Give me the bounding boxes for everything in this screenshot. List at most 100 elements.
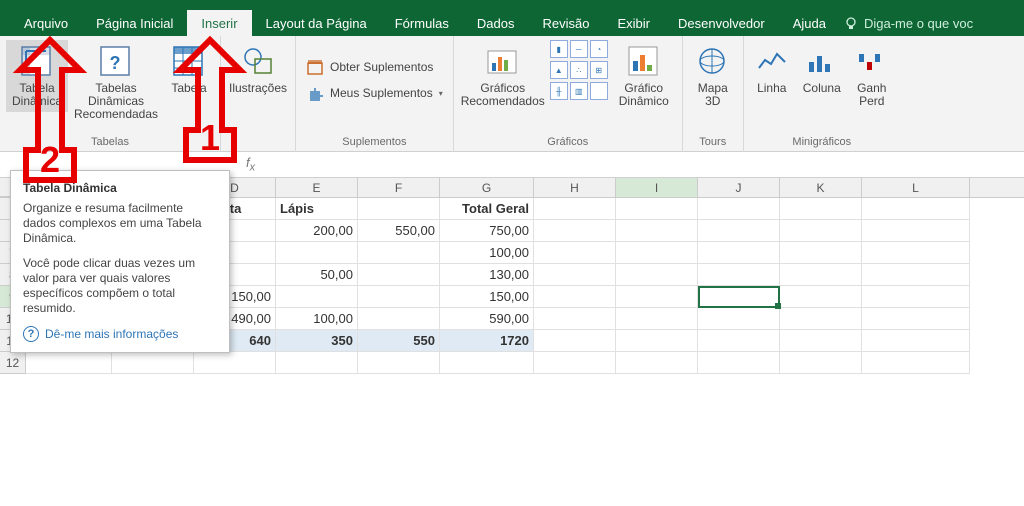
sparkline-line-label: Linha [757, 82, 786, 108]
tooltip-paragraph: Organize e resuma facilmente dados compl… [23, 201, 217, 246]
bar-chart-icon[interactable]: ▮ [550, 40, 568, 58]
store-icon [306, 58, 324, 76]
group-suplementos-label: Suplementos [302, 136, 447, 150]
col-header[interactable]: H [534, 178, 616, 197]
stock-chart-icon[interactable]: ╫ [550, 82, 568, 100]
col-header[interactable]: G [440, 178, 534, 197]
recommended-charts-icon [485, 44, 521, 80]
cell[interactable]: 350 [276, 330, 358, 352]
tab-ajuda[interactable]: Ajuda [779, 10, 840, 36]
map3d-label: Mapa 3D [691, 82, 735, 108]
tooltip-paragraph: Você pode clicar duas vezes um valor par… [23, 256, 217, 316]
addins-icon [306, 84, 324, 102]
col-header[interactable]: I [616, 178, 698, 197]
menu-tabs: Arquivo Página Inicial Inserir Layout da… [0, 10, 1024, 36]
pivot-table-icon [19, 44, 55, 80]
tab-exibir[interactable]: Exibir [603, 10, 664, 36]
get-addins-label: Obter Suplementos [330, 60, 433, 74]
recommended-charts-button[interactable]: Gráficos Recomendados [460, 40, 546, 112]
sparkline-column-label: Coluna [803, 82, 841, 108]
cell[interactable]: 150,00 [440, 286, 534, 308]
col-header[interactable]: L [862, 178, 970, 197]
fx-icon: fx [238, 155, 263, 174]
col-header[interactable]: K [780, 178, 862, 197]
combo-chart-icon[interactable]: ▥ [570, 82, 588, 100]
my-addins-label: Meus Suplementos [330, 86, 433, 100]
recommended-pivot-label: Tabelas Dinâmicas Recomendadas [74, 82, 158, 121]
scatter-chart-icon[interactable]: ∴ [570, 61, 588, 79]
sparkline-line-icon [754, 44, 790, 80]
group-graficos-label: Gráficos [460, 136, 676, 150]
group-tours: Mapa 3D Tours [683, 36, 744, 152]
globe-icon [695, 44, 731, 80]
group-tabelas-label: Tabelas [6, 136, 214, 150]
ribbon: Tabela Dinâmica ? Tabelas Dinâmicas Reco… [0, 36, 1024, 152]
table-icon [171, 44, 207, 80]
empty-row: 12 [0, 352, 1024, 374]
tab-revisao[interactable]: Revisão [529, 10, 604, 36]
pivot-chart-icon [626, 44, 662, 80]
column-header-lapis: Lápis [276, 198, 358, 220]
cell[interactable]: 1720 [440, 330, 534, 352]
sparkline-line-button[interactable]: Linha [750, 40, 794, 112]
col-header[interactable]: J [698, 178, 780, 197]
tab-pagina-inicial[interactable]: Página Inicial [82, 10, 187, 36]
area-chart-icon[interactable]: ▲ [550, 61, 568, 79]
cell[interactable]: 130,00 [440, 264, 534, 286]
pivot-table-tooltip: Tabela Dinâmica Organize e resuma facilm… [10, 170, 230, 353]
tell-me-label: Diga-me o que voc [864, 16, 973, 31]
line-chart-icon[interactable]: ─ [570, 40, 588, 58]
illustrations-button[interactable]: Ilustrações [227, 40, 289, 112]
group-graficos: Gráficos Recomendados ▮─◔ ▲∴⊞ ╫▥ Gráfico… [454, 36, 683, 152]
cell[interactable]: 550 [358, 330, 440, 352]
tab-inserir[interactable]: Inserir [187, 10, 251, 36]
table-button[interactable]: Tabela [164, 40, 214, 112]
tab-formulas[interactable]: Fórmulas [381, 10, 463, 36]
pie-chart-icon[interactable]: ◔ [590, 40, 608, 58]
sparkline-column-button[interactable]: Coluna [798, 40, 846, 112]
tab-layout[interactable]: Layout da Página [252, 10, 381, 36]
pivot-table-label: Tabela Dinâmica [8, 82, 66, 108]
group-minigraficos: Linha Coluna Ganh Perd Minigráficos [744, 36, 900, 152]
pivot-chart-label: Gráfico Dinâmico [614, 82, 674, 108]
lightbulb-icon [844, 16, 858, 30]
col-header[interactable]: F [358, 178, 440, 197]
sparkline-winloss-icon [854, 44, 890, 80]
group-ilustracoes: Ilustrações [221, 36, 296, 152]
get-addins-button[interactable]: Obter Suplementos [302, 56, 447, 78]
pivot-chart-button[interactable]: Gráfico Dinâmico [612, 40, 676, 112]
my-addins-button[interactable]: Meus Suplementos ▾ [302, 82, 447, 104]
svg-text:?: ? [110, 53, 121, 73]
map-chart-icon[interactable]: ⊞ [590, 61, 608, 79]
shapes-icon [240, 44, 276, 80]
cell[interactable]: 100,00 [440, 242, 534, 264]
tab-arquivo[interactable]: Arquivo [10, 10, 82, 36]
cell[interactable]: 590,00 [440, 308, 534, 330]
map3d-button[interactable]: Mapa 3D [689, 40, 737, 112]
cell[interactable]: 50,00 [276, 264, 358, 286]
tab-desenvolvedor[interactable]: Desenvolvedor [664, 10, 779, 36]
tooltip-link-label: Dê-me mais informações [45, 327, 178, 341]
illustrations-label: Ilustrações [229, 82, 287, 108]
recommended-pivot-icon: ? [98, 44, 134, 80]
tell-me[interactable]: Diga-me o que voc [844, 16, 973, 31]
pivot-table-button[interactable]: Tabela Dinâmica [6, 40, 68, 112]
cell[interactable]: 750,00 [440, 220, 534, 242]
group-minigraficos-label: Minigráficos [750, 136, 894, 150]
group-tabelas: Tabela Dinâmica ? Tabelas Dinâmicas Reco… [0, 36, 221, 152]
group-tours-label: Tours [689, 136, 737, 150]
tooltip-title: Tabela Dinâmica [23, 181, 217, 195]
cell[interactable]: 100,00 [276, 308, 358, 330]
group-suplementos: Obter Suplementos Meus Suplementos ▾ Sup… [296, 36, 454, 152]
chevron-down-icon: ▾ [439, 89, 443, 98]
tooltip-more-info-link[interactable]: ? Dê-me mais informações [23, 326, 217, 342]
cell[interactable]: 200,00 [276, 220, 358, 242]
recommended-charts-label: Gráficos Recomendados [461, 82, 545, 108]
tab-dados[interactable]: Dados [463, 10, 529, 36]
cell[interactable]: 550,00 [358, 220, 440, 242]
col-header[interactable]: E [276, 178, 358, 197]
recommended-pivot-button[interactable]: ? Tabelas Dinâmicas Recomendadas [72, 40, 160, 125]
sparkline-winloss-label: Ganh Perd [852, 82, 892, 108]
chart-type-grid[interactable]: ▮─◔ ▲∴⊞ ╫▥ [550, 40, 608, 100]
sparkline-winloss-button[interactable]: Ganh Perd [850, 40, 894, 112]
